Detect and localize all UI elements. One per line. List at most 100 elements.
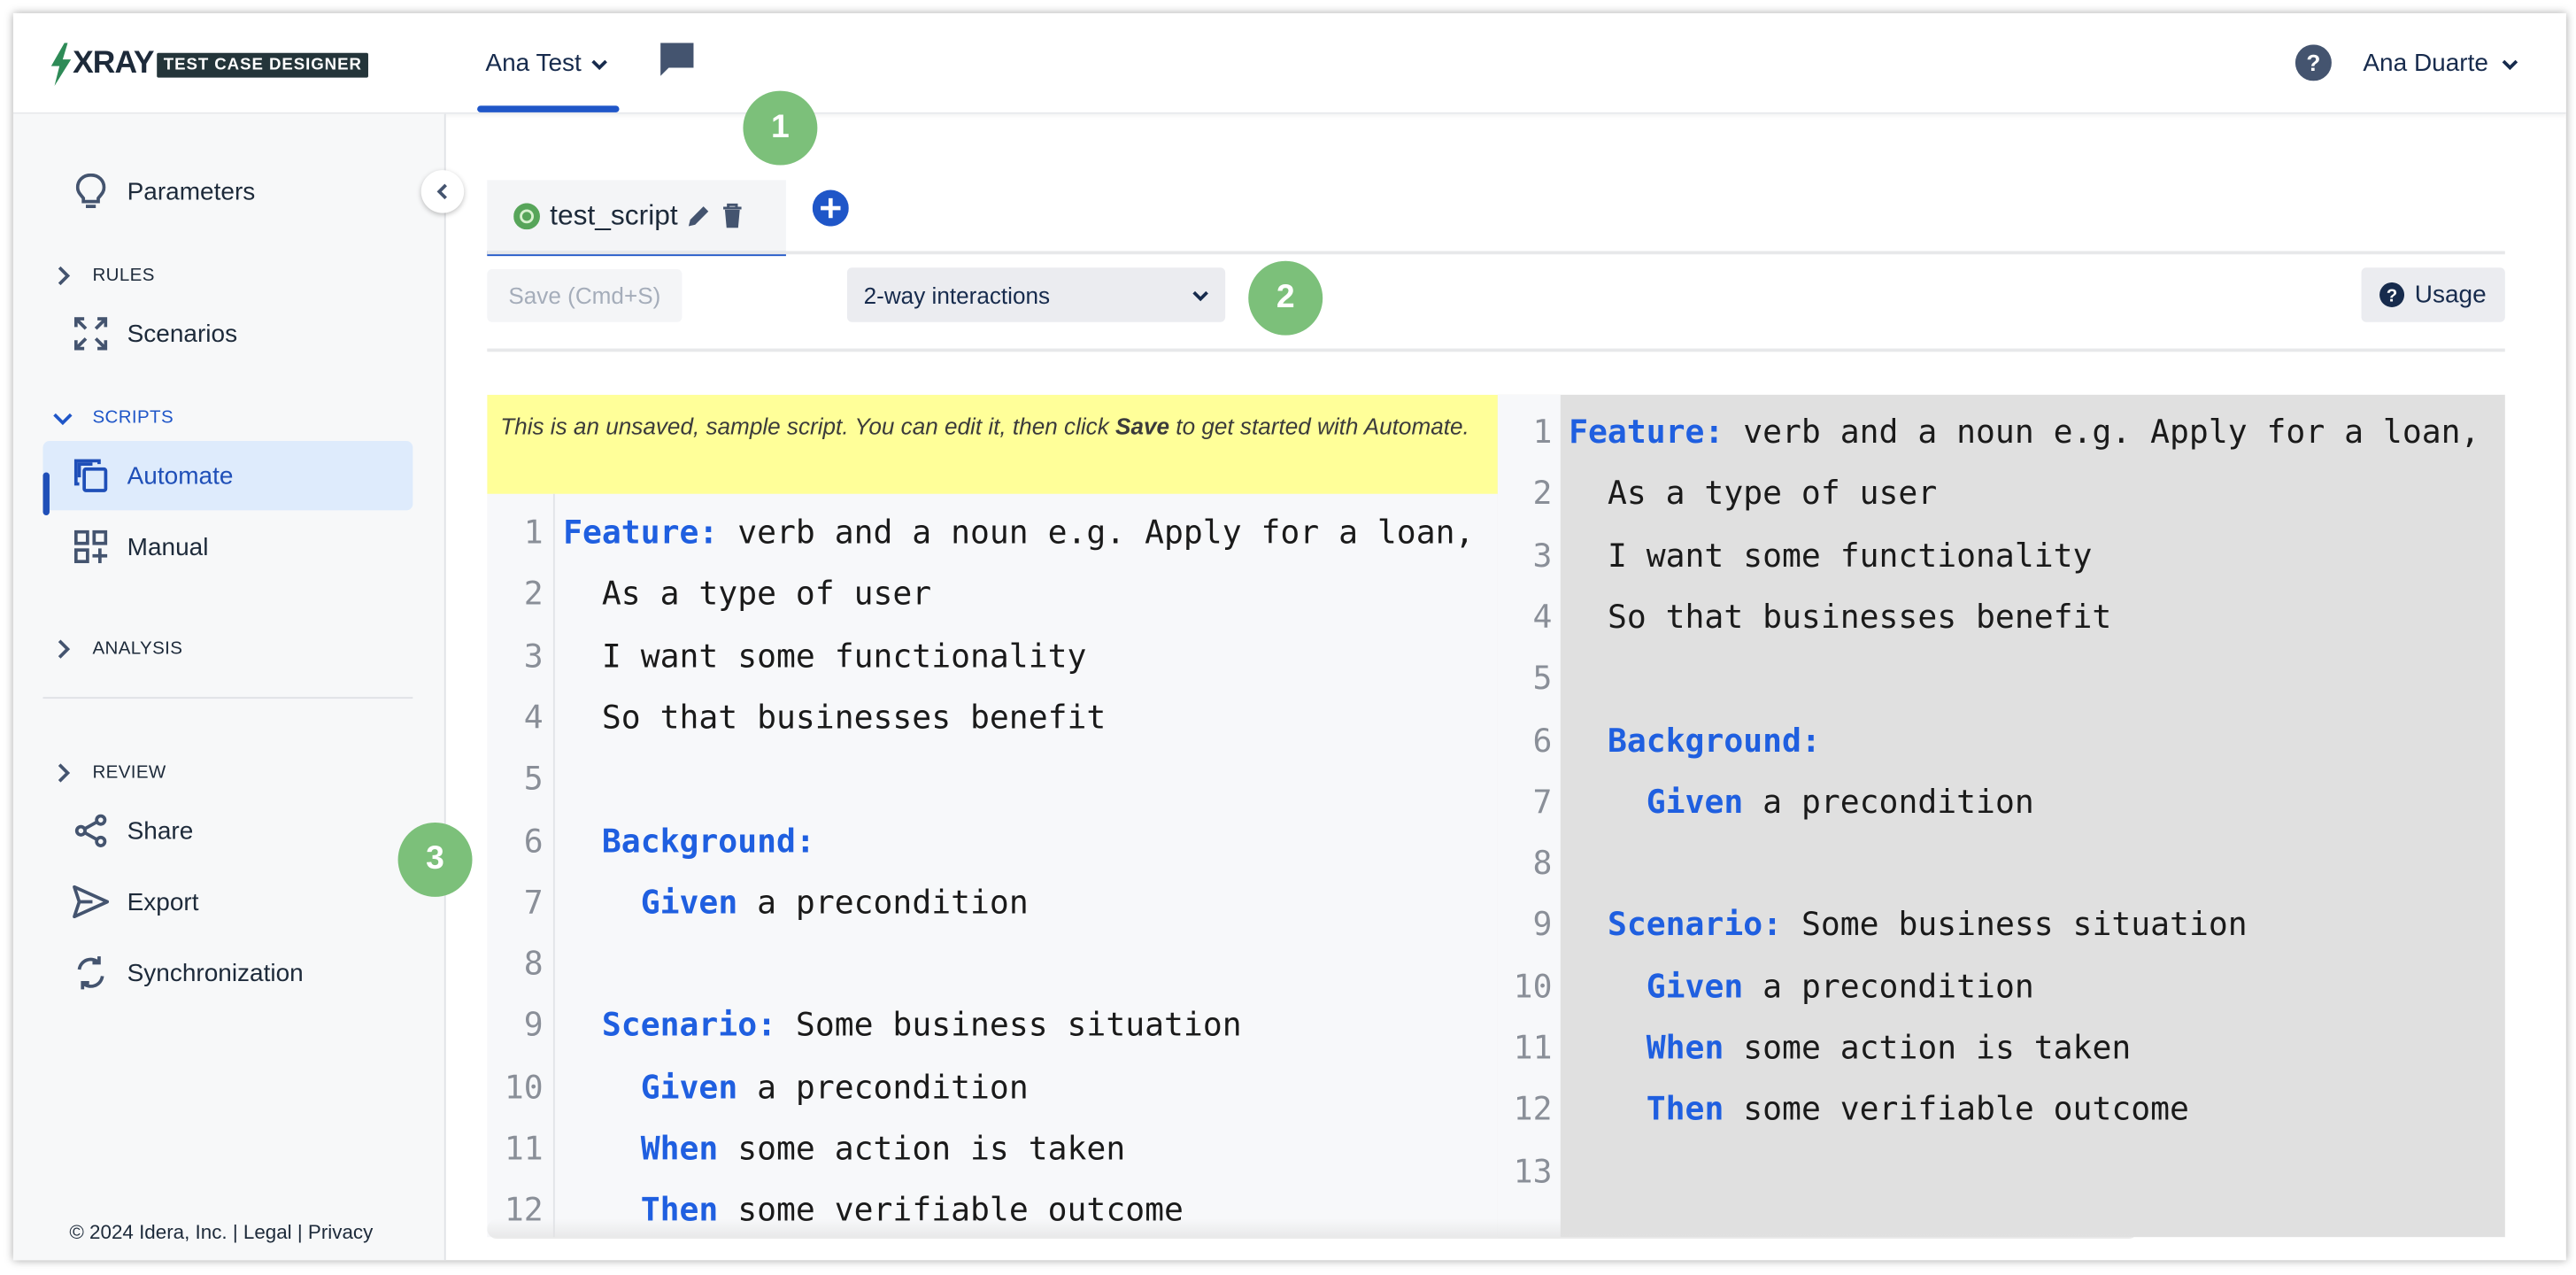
line-number: 2 (523, 575, 544, 614)
code-content: As a type of user (563, 564, 931, 625)
sidebar-section-review[interactable]: REVIEW (53, 756, 166, 789)
line-number: 12 (1513, 1090, 1553, 1129)
pencil-icon[interactable] (688, 203, 713, 228)
code-text: some action is taken (1724, 1029, 2132, 1068)
trash-icon[interactable] (722, 203, 744, 228)
lightning-logo-icon (50, 42, 72, 87)
line-number: 8 (1532, 844, 1553, 883)
code-line: 9 Scenario: Some business situation (1498, 894, 2505, 955)
code-content: Feature: verb and a noun e.g. Apply for … (1569, 401, 2480, 462)
save-button[interactable]: Save (Cmd+S) (487, 269, 683, 322)
chevron-down-icon (2502, 58, 2518, 70)
gherkin-keyword: Feature: (563, 514, 719, 552)
gherkin-keyword: Given (1646, 967, 1744, 1006)
sidebar-item-parameters[interactable]: Parameters (43, 157, 413, 226)
sidebar-item-scenarios[interactable]: Scenarios (43, 299, 413, 368)
code-text: I want some functionality (601, 637, 1087, 676)
notice-text-pre: This is an unsaved, sample script. You c… (500, 413, 1116, 440)
code-line: 6 Background: (1498, 709, 2505, 770)
code-text: As a type of user (601, 575, 932, 614)
chevron-down-icon (1192, 290, 1208, 301)
sidebar-section-analysis[interactable]: ANALYSIS (53, 632, 183, 665)
code-line: 5 (1498, 648, 2505, 709)
user-menu[interactable]: Ana Duarte (2363, 50, 2518, 78)
sidebar-item-manual[interactable]: Manual (43, 512, 413, 581)
usage-label: Usage (2414, 281, 2487, 309)
code-text: As a type of user (1607, 474, 1938, 513)
gherkin-keyword: When (640, 1129, 719, 1168)
gherkin-keyword: Scenario: (1607, 905, 1783, 944)
sidebar-item-label: Automate (127, 461, 234, 491)
gherkin-keyword: Feature: (1569, 413, 1724, 452)
code-line: 12 Then some verifiable outcome (1498, 1079, 2505, 1140)
question-circle-icon: ? (2379, 282, 2405, 307)
chat-icon[interactable] (657, 40, 697, 80)
logo-text: XRAY (73, 46, 154, 81)
script-editor[interactable]: This is an unsaved, sample script. You c… (487, 394, 1498, 1238)
sidebar-item-label: Manual (127, 532, 209, 561)
sidebar-item-synchronization[interactable]: Synchronization (43, 939, 413, 1008)
sidebar-item-share[interactable]: Share (43, 796, 413, 865)
code-line: 7 Given a precondition (487, 872, 1498, 933)
line-number: 7 (1532, 782, 1553, 821)
sidebar-section-scripts[interactable]: SCRIPTS (53, 401, 174, 434)
code-line: 7 Given a precondition (1498, 771, 2505, 832)
app-logo[interactable]: XRAY TEST CASE DESIGNER (50, 42, 369, 88)
code-content: Scenario: Some business situation (1569, 894, 2248, 955)
code-line: 10 Given a precondition (1498, 955, 2505, 1016)
project-selector[interactable]: Ana Test (485, 49, 608, 78)
line-number: 2 (1532, 474, 1553, 513)
sidebar-section-rules[interactable]: RULES (53, 259, 155, 292)
code-content: Feature: verb and a noun e.g. Apply for … (563, 502, 1474, 563)
toolbar-divider (487, 348, 2505, 352)
gherkin-keyword: Then (1646, 1090, 1724, 1129)
script-status-icon (513, 202, 540, 229)
line-number: 5 (1532, 659, 1553, 698)
tab-test-script[interactable]: test_script (487, 180, 786, 257)
sidebar-item-export[interactable]: Export (43, 867, 413, 936)
chevron-right-icon (58, 763, 71, 783)
code-content: When some action is taken (1569, 1017, 2132, 1078)
code-content: Given a precondition (563, 1056, 1029, 1117)
line-number: 5 (523, 760, 544, 799)
send-icon (73, 884, 110, 920)
code-content: Given a precondition (563, 872, 1029, 933)
copy-icon (73, 458, 109, 494)
code-content: I want some functionality (1569, 524, 2092, 585)
code-line: 5 (487, 748, 1498, 809)
sidebar-item-label: Scenarios (127, 319, 238, 348)
sidebar-item-label: Share (127, 816, 194, 846)
add-tab-button[interactable] (812, 189, 849, 227)
line-number: 11 (504, 1129, 544, 1168)
interactions-select-value: 2-way interactions (863, 282, 1051, 308)
code-line: 4 So that businesses benefit (1498, 586, 2505, 647)
sidebar-collapse-button[interactable] (420, 170, 465, 213)
usage-button[interactable]: ? Usage (2361, 267, 2505, 322)
code-text: some verifiable outcome (1724, 1090, 2189, 1129)
sidebar-item-automate[interactable]: Automate (42, 441, 413, 511)
sidebar-section-label: SCRIPTS (92, 407, 174, 429)
gherkin-keyword: Background: (1607, 721, 1821, 760)
interactions-select[interactable]: 2-way interactions (846, 267, 1226, 322)
code-text: Some business situation (1782, 905, 2248, 944)
script-preview: 1 Feature: verb and a noun e.g. Apply for… (1497, 394, 2505, 1238)
gherkin-keyword: Given (640, 883, 738, 922)
line-number: 4 (1532, 598, 1553, 636)
line-number: 6 (523, 822, 544, 860)
code-content: So that businesses benefit (1569, 586, 2111, 647)
chevron-left-icon (436, 183, 447, 200)
tab-label: test_script (550, 198, 678, 231)
notice-text-post: to get started with Automate. (1169, 413, 1469, 440)
chevron-down-icon (591, 58, 608, 70)
project-name: Ana Test (485, 49, 582, 78)
help-icon[interactable]: ? (2294, 44, 2332, 81)
